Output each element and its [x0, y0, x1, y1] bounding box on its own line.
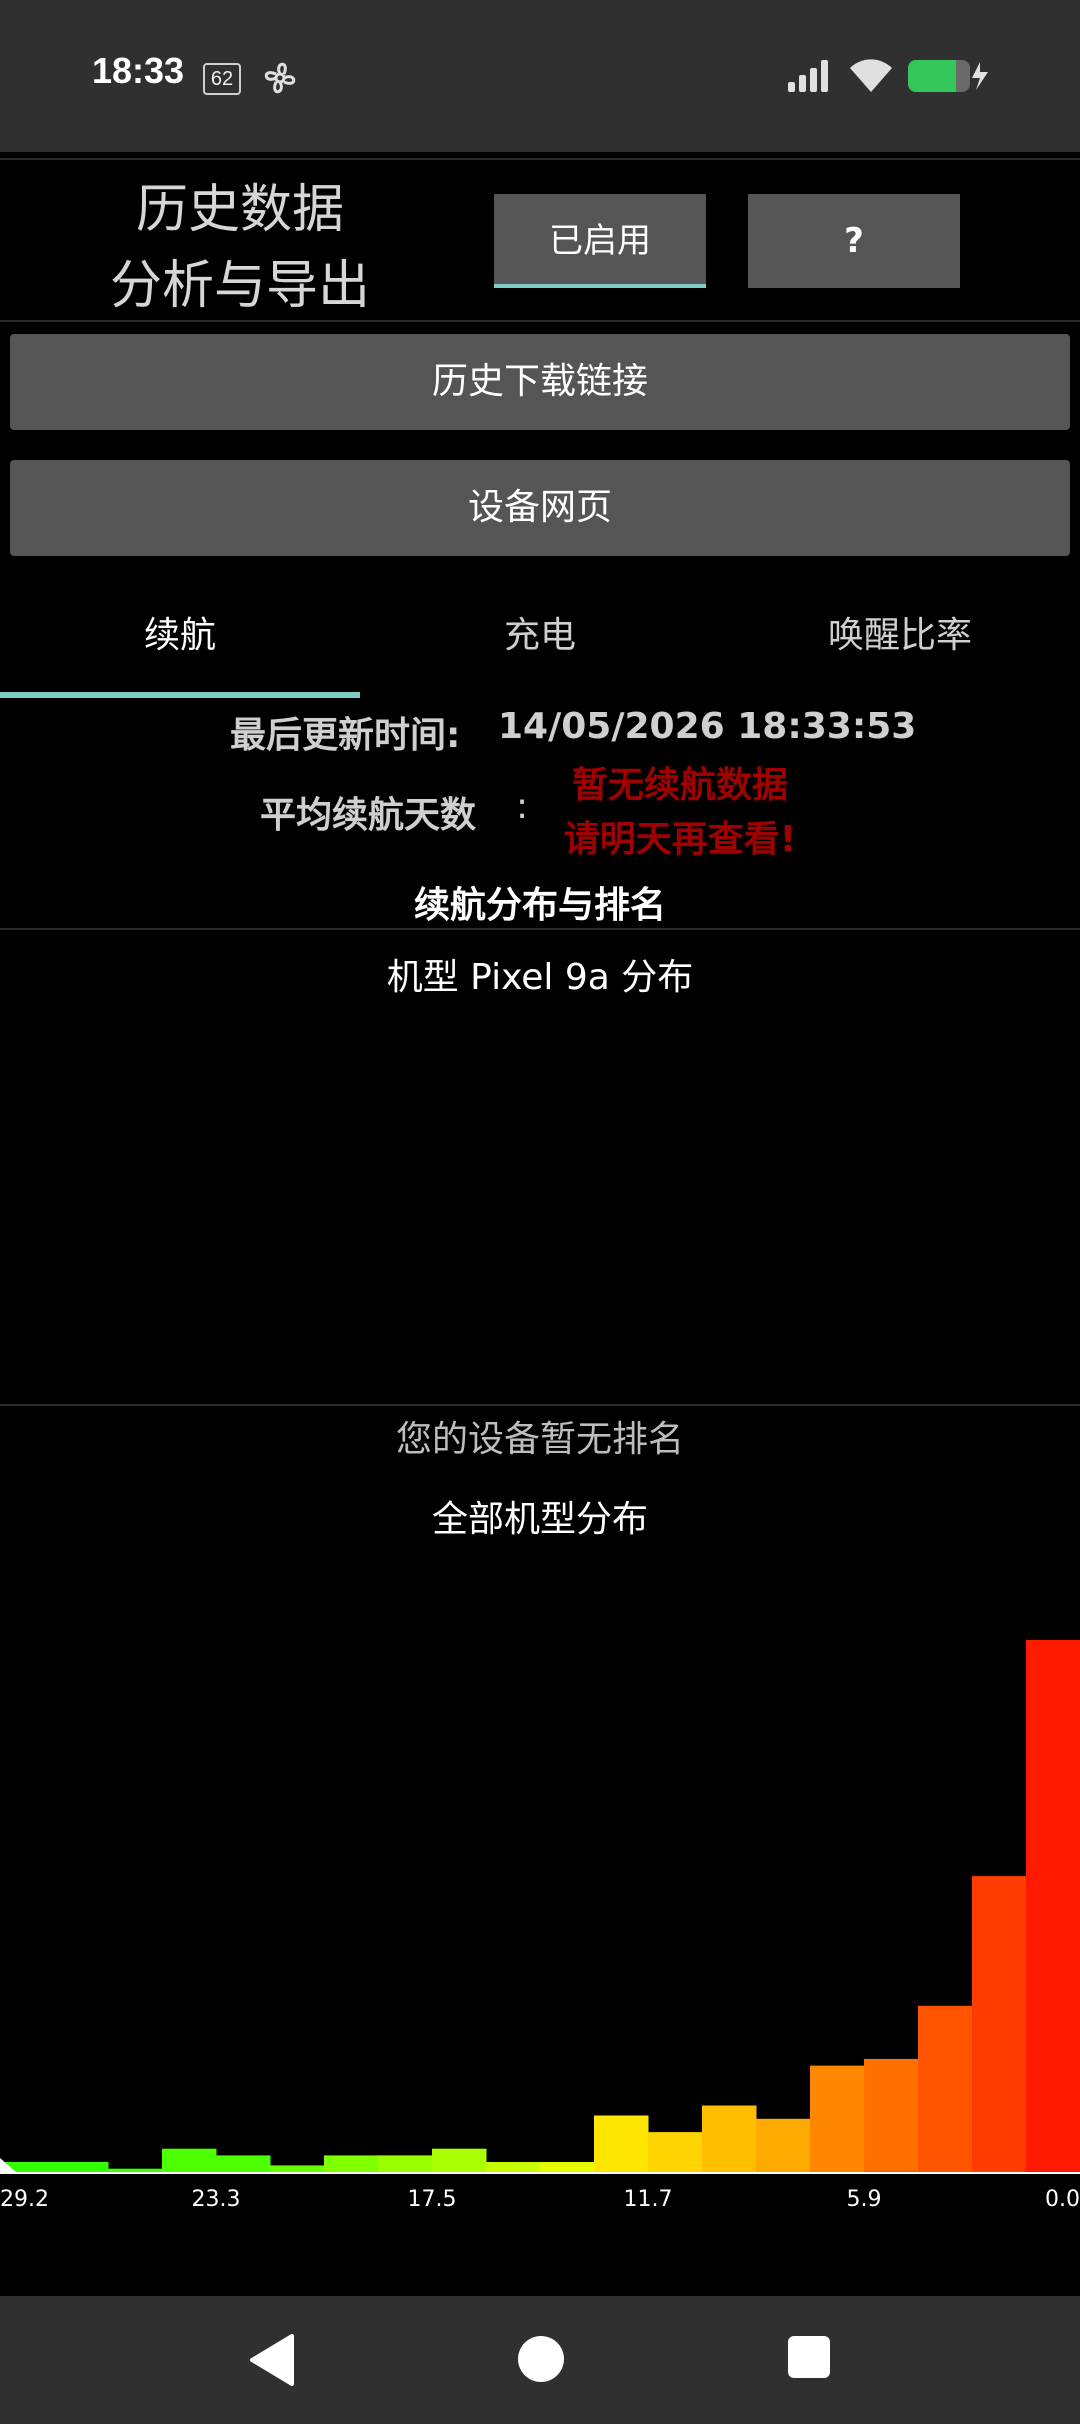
x-tick-label: 0.0 — [1045, 2187, 1080, 2210]
distribution-bar — [270, 2165, 325, 2173]
distribution-bar — [1026, 1640, 1080, 2172]
distribution-bar — [702, 2105, 757, 2172]
distribution-bar — [216, 2155, 271, 2172]
fan-icon — [260, 58, 300, 102]
distribution-bar — [324, 2155, 379, 2172]
status-bar: 18:33 62 — [0, 0, 1080, 152]
page-title: 历史数据 分析与导出 — [90, 172, 390, 324]
distribution-bar — [864, 2058, 919, 2172]
distribution-bar — [594, 2115, 649, 2172]
notification-badge: 62 — [203, 63, 241, 95]
distribution-bar — [54, 2162, 109, 2172]
help-button[interactable]: ? — [748, 194, 960, 288]
enabled-button-label: 已启用 — [549, 221, 651, 261]
wifi-icon — [848, 56, 894, 98]
distribution-bar — [540, 2162, 595, 2172]
no-rank-message: 您的设备暂无排名 — [395, 1419, 684, 1460]
distribution-bar — [972, 1876, 1027, 2172]
distribution-bar — [432, 2148, 487, 2172]
distribution-bar — [810, 2065, 865, 2172]
distribution-bar — [756, 2118, 811, 2172]
last-update-label: 最后更新时间: — [230, 715, 461, 756]
device-webpage-button[interactable]: 设备网页 — [10, 460, 1070, 556]
no-data-message-line-1: 暂无续航数据 — [571, 765, 788, 806]
tab-bar: 续航 充电 唤醒比率 — [0, 590, 1080, 700]
no-data-message-line-2: 请明天再查看! — [563, 819, 797, 860]
navigation-bar — [0, 2296, 1080, 2424]
section-divider-top — [0, 928, 1080, 930]
all-models-distribution-title: 全部机型分布 — [431, 1499, 648, 1540]
enabled-toggle-button[interactable]: 已启用 — [494, 194, 706, 288]
back-icon[interactable] — [248, 2334, 294, 2390]
last-update-value: 14/05/2026 18:33:53 — [498, 706, 917, 747]
x-tick-label: 23.3 — [192, 2187, 241, 2210]
x-tick-label: 17.5 — [408, 2187, 457, 2210]
tab-indicator — [0, 692, 360, 698]
avg-days-label: 平均续航天数 — [260, 795, 477, 836]
avg-days-colon: : — [516, 786, 529, 827]
title-line-2: 分析与导出 — [109, 256, 370, 316]
distribution-bar — [108, 2168, 163, 2172]
distribution-bar — [162, 2148, 217, 2172]
distribution-bar — [918, 2005, 973, 2173]
distribution-chart-svg: 29.2 23.3 17.5 11.7 5.9 0.0 — [0, 1640, 1080, 2210]
distribution-bar — [486, 2162, 541, 2172]
x-tick-label: 29.2 — [0, 2187, 49, 2210]
battery-charging-icon — [906, 58, 994, 98]
section-title: 续航分布与排名 — [413, 885, 666, 926]
all-models-distribution-chart: 29.2 23.3 17.5 11.7 5.9 0.0 — [0, 1560, 1080, 2210]
header-row: 历史数据 分析与导出 已启用 ? — [0, 158, 1080, 322]
distribution-bar — [378, 2155, 433, 2172]
section-divider-bottom — [0, 1404, 1080, 1406]
x-tick-label: 11.7 — [624, 2187, 673, 2210]
cellular-signal-icon — [786, 58, 832, 98]
distribution-bar — [648, 2132, 703, 2172]
tab-wakeup-ratio[interactable]: 唤醒比率 — [720, 590, 1080, 700]
enabled-underline — [494, 284, 706, 288]
home-icon[interactable] — [516, 2334, 566, 2388]
recents-icon[interactable] — [786, 2334, 832, 2384]
model-distribution-title: 机型 Pixel 9a 分布 — [386, 957, 694, 998]
tab-battery-life[interactable]: 续航 — [0, 590, 360, 700]
title-line-1: 历史数据 — [135, 180, 344, 240]
tab-charging[interactable]: 充电 — [360, 590, 720, 700]
x-tick-label: 5.9 — [847, 2187, 882, 2210]
history-download-button[interactable]: 历史下载链接 — [10, 334, 1070, 430]
status-time: 18:33 — [92, 50, 185, 91]
